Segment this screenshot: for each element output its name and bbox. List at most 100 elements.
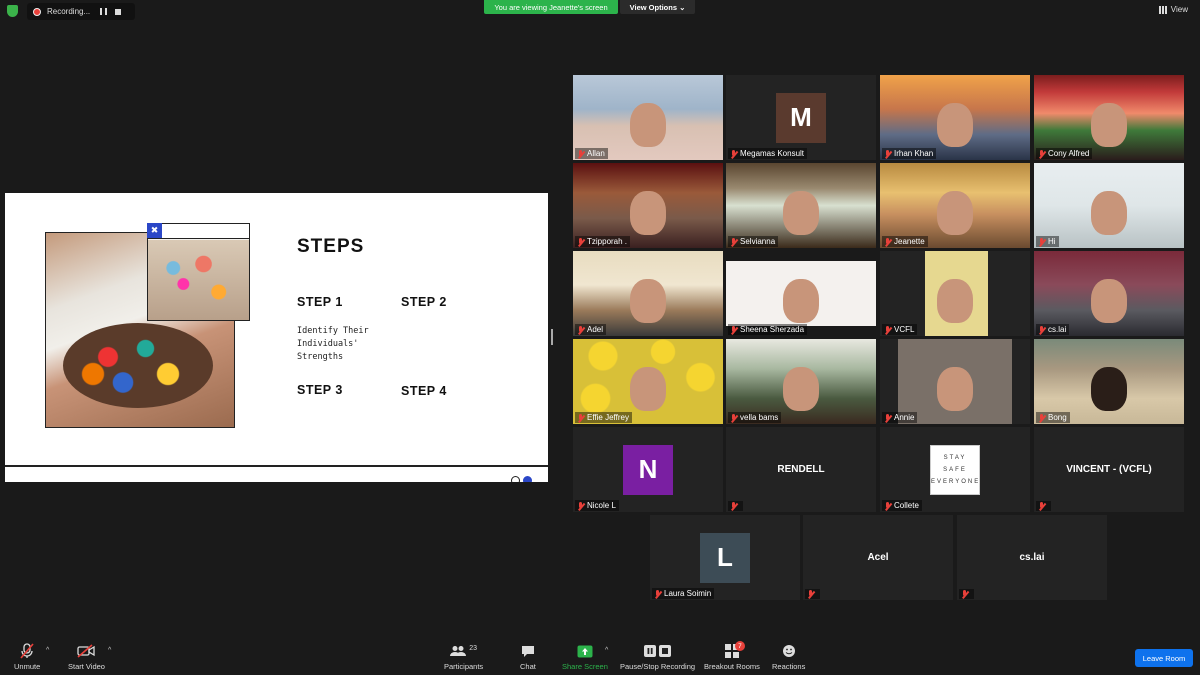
- participant-name-tag: Jeanette: [882, 236, 928, 247]
- muted-mic-icon: [884, 149, 891, 158]
- step-4-label: STEP 4: [401, 384, 447, 398]
- participant-silhouette: [630, 191, 666, 235]
- participant-tile[interactable]: vella bams: [726, 339, 876, 424]
- stop-recording-icon[interactable]: [115, 8, 122, 15]
- participant-display-name: VINCENT - (VCFL): [1066, 464, 1152, 475]
- participant-silhouette: [937, 279, 973, 323]
- muted-mic-icon: [730, 149, 737, 158]
- video-options-chevron-icon[interactable]: ^: [108, 647, 111, 654]
- muted-mic-icon: [884, 325, 891, 334]
- muted-mic-icon: [961, 590, 968, 598]
- participant-tile[interactable]: VCFL: [880, 251, 1030, 336]
- step-1-description: Identify Their Individuals' Strengths: [297, 326, 369, 362]
- participant-tile[interactable]: STAY SAFE EVERYONE Collete: [880, 427, 1030, 512]
- muted-mic-icon: [730, 237, 737, 246]
- view-button[interactable]: View: [1158, 5, 1188, 14]
- share-screen-button[interactable]: Share Screen: [562, 643, 608, 671]
- chat-button[interactable]: Chat: [520, 643, 536, 671]
- pause-recording-icon[interactable]: [100, 8, 108, 15]
- participant-tile[interactable]: Jeanette: [880, 163, 1030, 248]
- unmute-button[interactable]: Unmute: [14, 643, 40, 671]
- start-video-button[interactable]: Start Video: [68, 643, 105, 671]
- reactions-label: Reactions: [772, 662, 806, 671]
- participant-tile[interactable]: Acel: [803, 515, 953, 600]
- share-options-chevron-icon[interactable]: ^: [605, 647, 608, 654]
- participants-button[interactable]: 23 Participants: [444, 643, 483, 672]
- recording-indicator: Recording...: [27, 3, 135, 20]
- participant-silhouette: [937, 103, 973, 147]
- muted-mic-icon: [577, 237, 584, 246]
- participant-silhouette: [937, 367, 973, 411]
- stay-safe-avatar: STAY SAFE EVERYONE: [930, 444, 980, 495]
- muted-mic-icon: [884, 501, 891, 510]
- avatar: N: [623, 444, 673, 495]
- split-resize-handle[interactable]: [551, 329, 553, 345]
- participant-tile[interactable]: Tzipporah .: [573, 163, 723, 248]
- participant-tile[interactable]: Adel: [573, 251, 723, 336]
- participant-tile[interactable]: VINCENT - (VCFL): [1034, 427, 1184, 512]
- pause-stop-recording-button[interactable]: Pause/Stop Recording: [620, 643, 695, 671]
- share-screen-icon: [577, 643, 593, 659]
- leave-room-button[interactable]: Leave Room: [1135, 649, 1193, 667]
- participant-tile[interactable]: Cony Alfred: [1034, 75, 1184, 160]
- participant-tile[interactable]: Annie: [880, 339, 1030, 424]
- participant-tile[interactable]: Bong: [1034, 339, 1184, 424]
- participant-tile[interactable]: L Laura Soimin: [650, 515, 800, 600]
- participant-tile[interactable]: cs.lai: [957, 515, 1107, 600]
- participant-name-tag: Annie: [882, 412, 918, 423]
- participant-tile[interactable]: RENDELL: [726, 427, 876, 512]
- participant-tile[interactable]: M Megamas Konsult: [726, 75, 876, 160]
- reactions-button[interactable]: Reactions: [772, 643, 805, 671]
- recording-dot-icon: [33, 7, 41, 16]
- participant-name-tag: Irhan Khan: [882, 148, 937, 159]
- participant-tile[interactable]: Sheena Sherzada: [726, 251, 876, 336]
- palette-closeup-image: [148, 240, 249, 320]
- palette-closeup-photo: [147, 223, 250, 321]
- participant-display-name: RENDELL: [777, 464, 825, 475]
- participant-display-name: cs.lai: [1019, 552, 1045, 563]
- participant-silhouette: [1091, 103, 1127, 147]
- breakout-rooms-label: Breakout Rooms: [704, 662, 760, 671]
- start-video-label: Start Video: [68, 662, 105, 671]
- shared-screen: ✖ STEPS STEP 1 STEP 2 Identify Their Ind…: [5, 193, 548, 482]
- muted-mic-icon: [654, 589, 661, 598]
- participant-name: Collete: [894, 501, 919, 510]
- participant-tile[interactable]: Allan: [573, 75, 723, 160]
- top-bar: Recording... You are viewing Jeanette's …: [0, 0, 1200, 22]
- participant-name: Hi: [1048, 237, 1056, 246]
- grid-view-icon: [1158, 5, 1167, 14]
- muted-microphone-icon: [20, 643, 34, 659]
- participant-name: Irhan Khan: [894, 149, 934, 158]
- pager-dot-active: [523, 476, 532, 482]
- share-screen-label: Share Screen: [562, 662, 608, 671]
- participant-name: cs.lai: [1048, 325, 1067, 334]
- view-options-button[interactable]: View Options ⌄: [620, 0, 695, 14]
- participant-tile[interactable]: Selvianna: [726, 163, 876, 248]
- chat-bubble-icon: [521, 643, 535, 659]
- view-button-label: View: [1170, 5, 1188, 14]
- participant-tile[interactable]: Hi: [1034, 163, 1184, 248]
- participant-tile[interactable]: cs.lai: [1034, 251, 1184, 336]
- participant-name-tag: Megamas Konsult: [728, 148, 808, 159]
- participant-silhouette: [630, 367, 666, 411]
- recording-label: Recording...: [47, 7, 91, 16]
- participant-name: Bong: [1048, 413, 1067, 422]
- pause-stop-icons: [643, 643, 673, 659]
- participant-tile[interactable]: N Nicole L: [573, 427, 723, 512]
- participant-name-tag: Cony Alfred: [1036, 148, 1093, 159]
- participant-name-tag: Adel: [575, 324, 607, 335]
- slide-pager: [511, 476, 532, 482]
- breakout-rooms-button[interactable]: 7 Breakout Rooms: [704, 641, 760, 671]
- muted-mic-icon: [1038, 413, 1045, 422]
- participant-name-tag: Tzipporah .: [575, 236, 631, 247]
- security-shield-icon[interactable]: [7, 5, 18, 17]
- participant-name-tag: Selvianna: [728, 236, 779, 247]
- participant-name: Laura Soimin: [664, 589, 712, 598]
- participant-name-tag: [728, 501, 743, 511]
- participant-silhouette: [1091, 191, 1127, 235]
- participant-tile[interactable]: Effie Jeffrey: [573, 339, 723, 424]
- step-3-label: STEP 3: [297, 383, 343, 397]
- slide-divider: [5, 465, 548, 467]
- audio-options-chevron-icon[interactable]: ^: [46, 647, 49, 654]
- participant-tile[interactable]: Irhan Khan: [880, 75, 1030, 160]
